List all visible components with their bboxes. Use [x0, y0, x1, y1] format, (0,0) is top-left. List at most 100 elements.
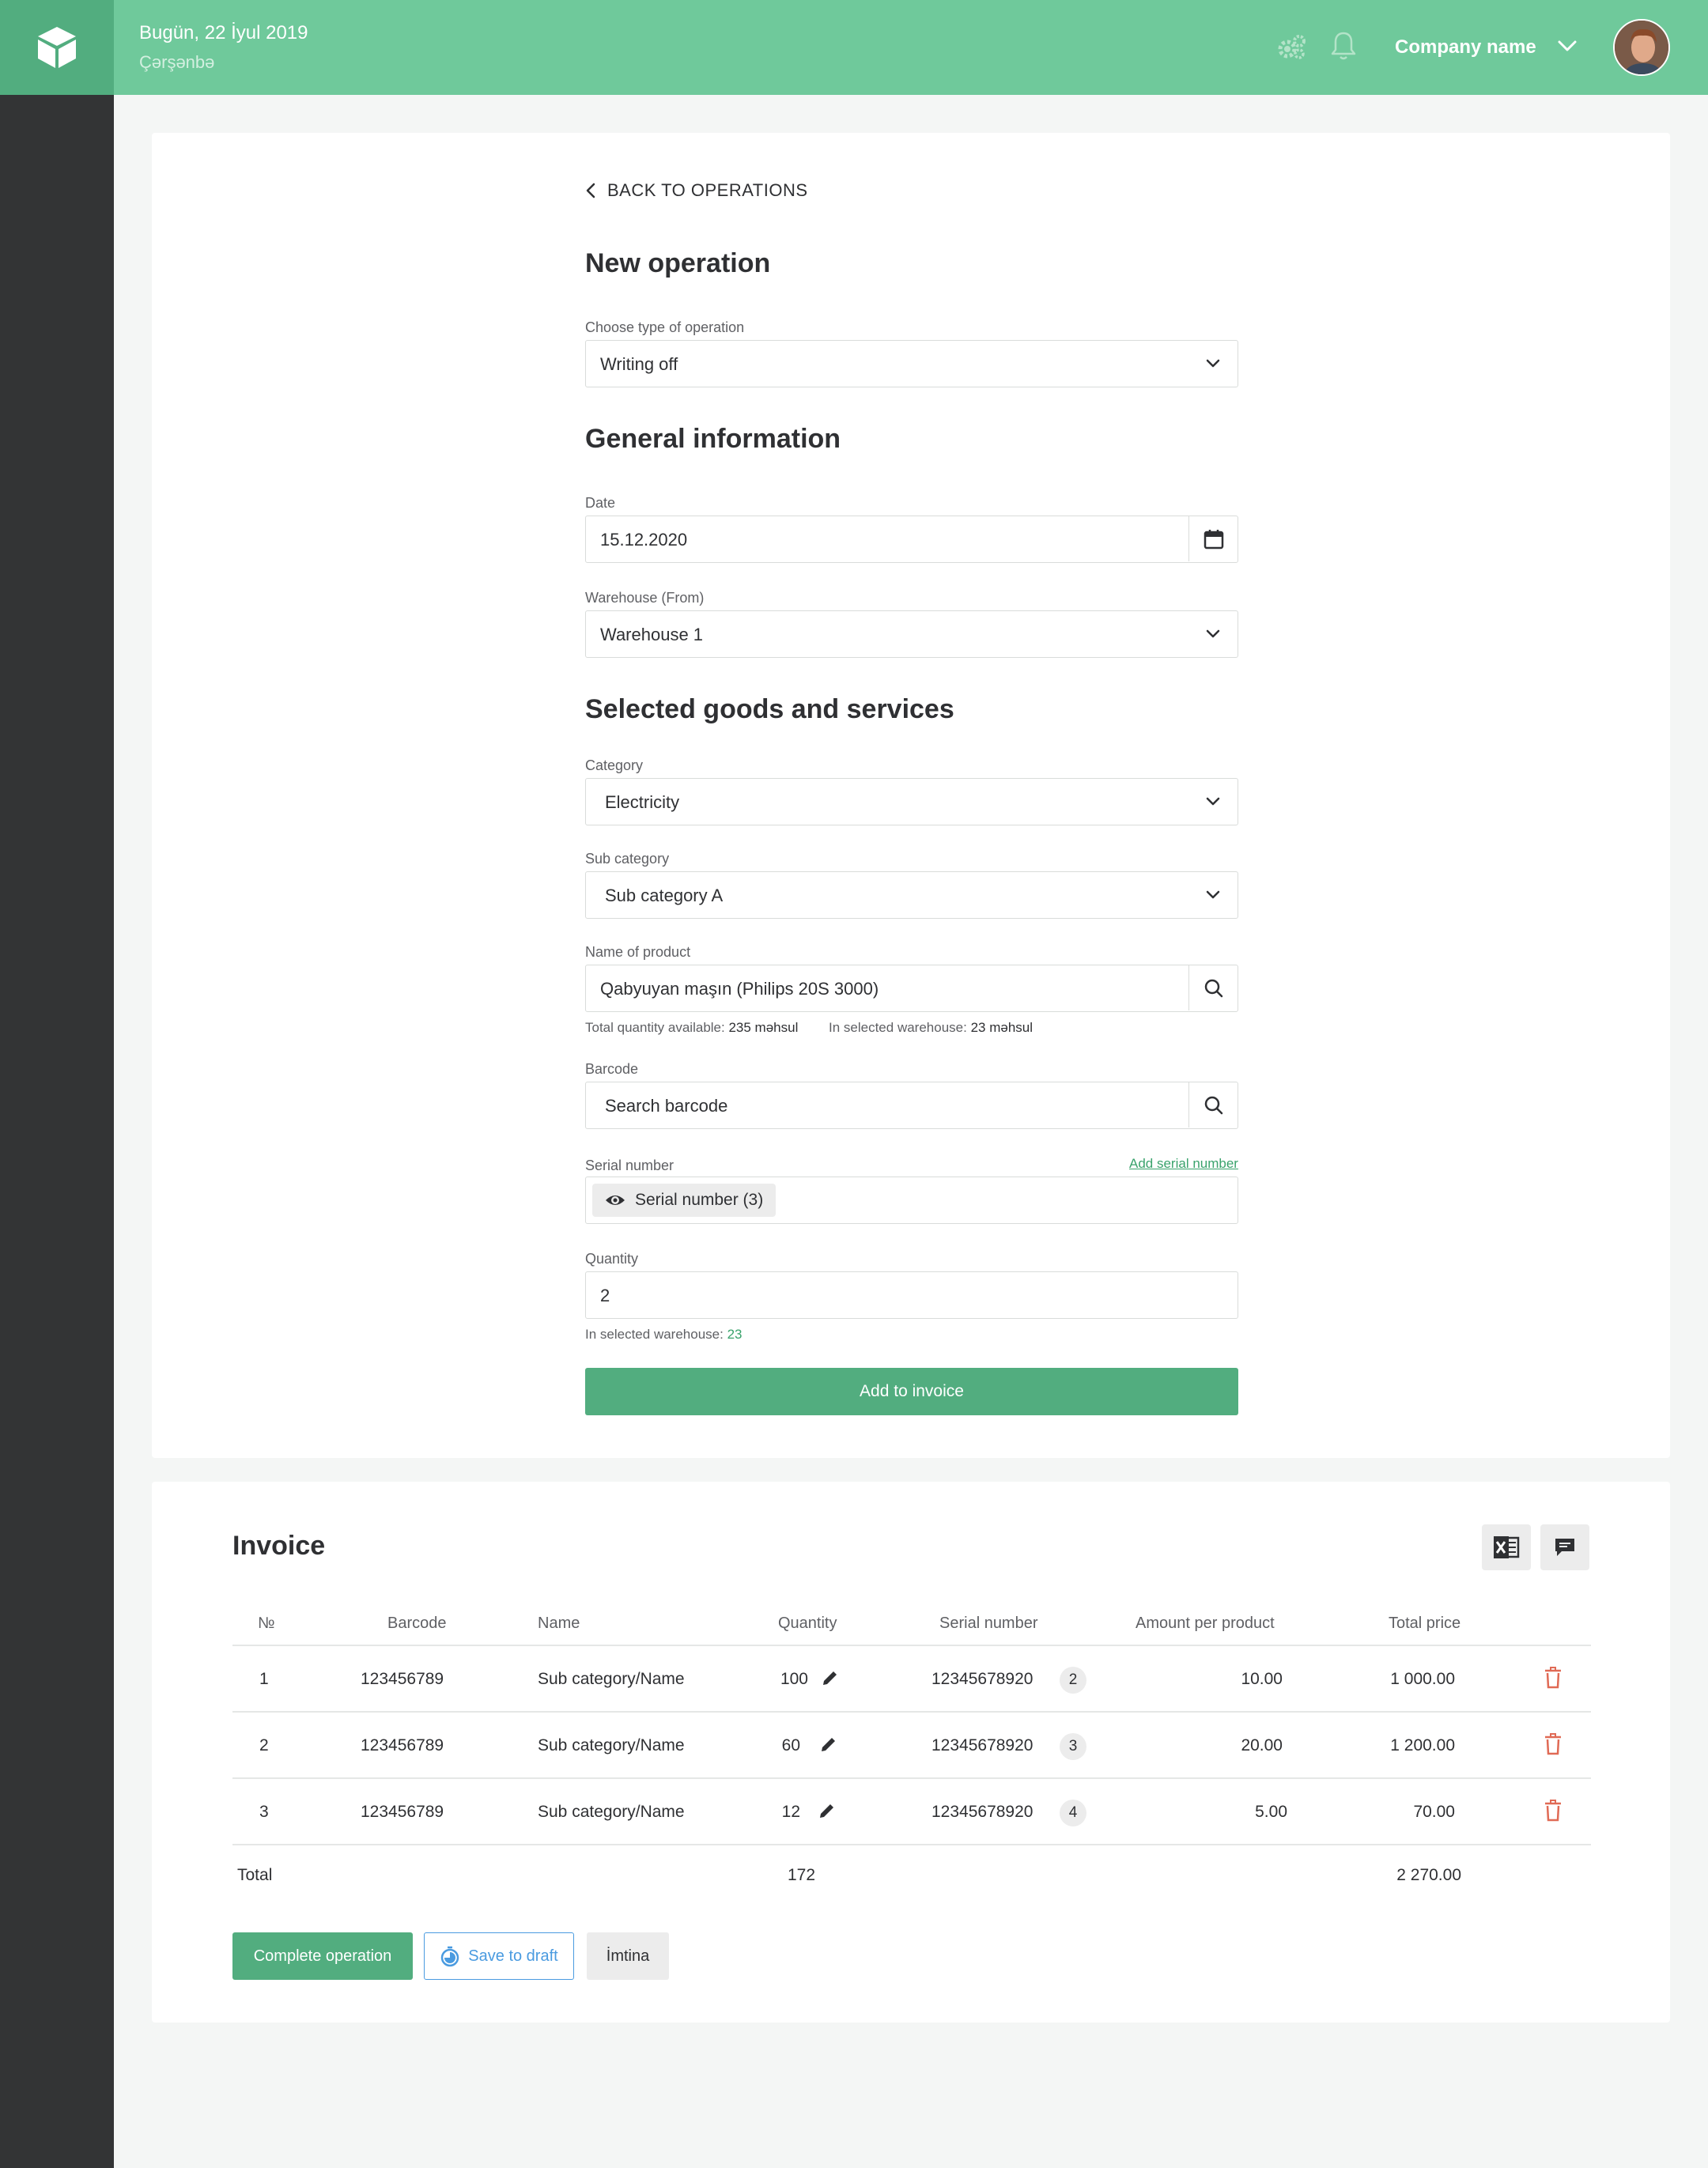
row-number: 2: [259, 1736, 269, 1754]
app-logo[interactable]: [0, 0, 114, 95]
row-number: 1: [259, 1670, 269, 1688]
bell-icon[interactable]: [1330, 30, 1357, 62]
delete-trash-icon[interactable]: [1544, 1733, 1563, 1755]
subcategory-value: Sub category A: [605, 886, 724, 905]
edit-pencil-icon[interactable]: [819, 1735, 838, 1754]
row-number: 3: [259, 1803, 269, 1821]
save-to-draft-label: Save to draft: [468, 1947, 558, 1965]
table-divider: [232, 1711, 1591, 1713]
category-value: Electricity: [605, 792, 680, 812]
user-avatar[interactable]: [1613, 19, 1670, 76]
delete-trash-icon[interactable]: [1544, 1667, 1563, 1689]
serial-chip-label: Serial number (3): [635, 1191, 764, 1209]
quantity-hint-label: In selected warehouse:: [585, 1327, 724, 1342]
column-barcode: Barcode: [387, 1615, 447, 1632]
operation-type-label: Choose type of operation: [585, 319, 745, 335]
column-serial-number: Serial number: [939, 1615, 1038, 1632]
warehouse-available-label: In selected warehouse:: [829, 1020, 967, 1035]
selected-goods-heading: Selected goods and services: [585, 694, 954, 724]
settings-gears-icon[interactable]: [1276, 32, 1308, 63]
complete-operation-button[interactable]: Complete operation: [232, 1932, 413, 1980]
barcode-search-button[interactable]: [1188, 1082, 1238, 1127]
row-quantity: 100: [780, 1670, 808, 1688]
row-name: Sub category/Name: [538, 1736, 685, 1754]
chevron-left-icon: [586, 183, 595, 198]
date-label: Date: [585, 495, 616, 511]
delete-trash-icon[interactable]: [1544, 1800, 1563, 1822]
row-total: 1 200.00: [1390, 1736, 1455, 1754]
cancel-button[interactable]: İmtina: [587, 1932, 669, 1980]
barcode-placeholder: Search barcode: [605, 1096, 728, 1116]
total-price: 2 270.00: [1396, 1866, 1461, 1884]
comment-button[interactable]: [1540, 1524, 1589, 1570]
chevron-down-icon: [1206, 629, 1220, 638]
invoice-card: Invoice № Barcode Name Quantity Serial n…: [152, 1482, 1670, 2023]
category-label: Category: [585, 757, 644, 773]
product-name-value: Qabyuyan maşın (Philips 20S 3000): [600, 979, 879, 999]
total-quantity: 172: [788, 1866, 816, 1884]
export-excel-button[interactable]: [1482, 1524, 1531, 1570]
save-to-draft-button[interactable]: Save to draft: [424, 1932, 574, 1980]
row-serial: 12345678920: [931, 1803, 1033, 1821]
total-available-value: 235 məhsul: [728, 1020, 799, 1035]
avatar-portrait-icon: [1615, 21, 1668, 74]
row-amount: 5.00: [1255, 1803, 1287, 1821]
cube-logo-icon: [38, 27, 76, 68]
search-icon: [1204, 979, 1222, 997]
serial-count-badge[interactable]: 2: [1060, 1667, 1086, 1694]
product-search-button[interactable]: [1188, 965, 1238, 1010]
row-serial: 12345678920: [931, 1670, 1033, 1688]
invoice-title: Invoice: [232, 1531, 326, 1561]
back-to-operations-link[interactable]: BACK TO OPERATIONS: [585, 180, 808, 201]
serial-number-field[interactable]: Serial number (3): [585, 1177, 1238, 1224]
product-total-hint: Total quantity available: 235 məhsul: [585, 1020, 798, 1036]
quantity-warehouse-hint: In selected warehouse: 23: [585, 1327, 743, 1343]
barcode-search-input[interactable]: Search barcode: [585, 1082, 1238, 1129]
add-serial-number-link[interactable]: Add serial number: [1129, 1156, 1238, 1172]
operation-type-select[interactable]: Writing off: [585, 340, 1238, 387]
edit-pencil-icon[interactable]: [821, 1668, 840, 1687]
add-to-invoice-button[interactable]: Add to invoice: [585, 1368, 1238, 1415]
eye-icon: [606, 1195, 625, 1205]
serial-count-badge[interactable]: 3: [1060, 1733, 1086, 1760]
table-divider: [232, 1777, 1591, 1779]
row-quantity: 60: [781, 1736, 800, 1754]
column-number: №: [258, 1615, 275, 1632]
subcategory-select[interactable]: Sub category A: [585, 871, 1238, 919]
product-warehouse-hint: In selected warehouse: 23 məhsul: [829, 1020, 1033, 1036]
calendar-icon: [1204, 529, 1223, 549]
row-amount: 20.00: [1241, 1736, 1283, 1754]
new-operation-card: BACK TO OPERATIONS New operation Choose …: [152, 133, 1670, 1458]
quantity-value: 2: [600, 1286, 610, 1305]
date-input[interactable]: 15.12.2020: [585, 516, 1238, 563]
operation-type-value: Writing off: [600, 354, 678, 374]
row-total: 1 000.00: [1390, 1670, 1455, 1688]
column-quantity: Quantity: [778, 1615, 837, 1632]
sidebar: [0, 0, 114, 2168]
column-name: Name: [538, 1615, 580, 1632]
date-picker-button[interactable]: [1188, 516, 1238, 561]
chevron-down-icon: [1206, 359, 1220, 368]
row-name: Sub category/Name: [538, 1803, 685, 1821]
barcode-label: Barcode: [585, 1061, 639, 1077]
excel-icon: [1494, 1536, 1520, 1558]
search-icon: [1204, 1096, 1222, 1114]
edit-pencil-icon[interactable]: [818, 1801, 837, 1820]
warehouse-available-value: 23 məhsul: [970, 1020, 1033, 1035]
serial-number-chip[interactable]: Serial number (3): [592, 1184, 777, 1217]
quantity-hint-value: 23: [727, 1327, 743, 1342]
category-select[interactable]: Electricity: [585, 778, 1238, 825]
company-chevron-down-icon[interactable]: [1556, 38, 1578, 54]
total-label: Total: [237, 1866, 273, 1884]
row-total: 70.00: [1413, 1803, 1455, 1821]
row-barcode: 123456789: [361, 1803, 444, 1821]
row-barcode: 123456789: [361, 1736, 444, 1754]
row-amount: 10.00: [1241, 1670, 1283, 1688]
warehouse-select[interactable]: Warehouse 1: [585, 610, 1238, 658]
quantity-input[interactable]: 2: [585, 1271, 1238, 1319]
serial-count-badge[interactable]: 4: [1060, 1800, 1086, 1826]
company-name[interactable]: Company name: [1395, 36, 1536, 59]
column-amount-per-product: Amount per product: [1136, 1615, 1275, 1632]
table-divider: [232, 1645, 1591, 1646]
product-name-input[interactable]: Qabyuyan maşın (Philips 20S 3000): [585, 965, 1238, 1012]
